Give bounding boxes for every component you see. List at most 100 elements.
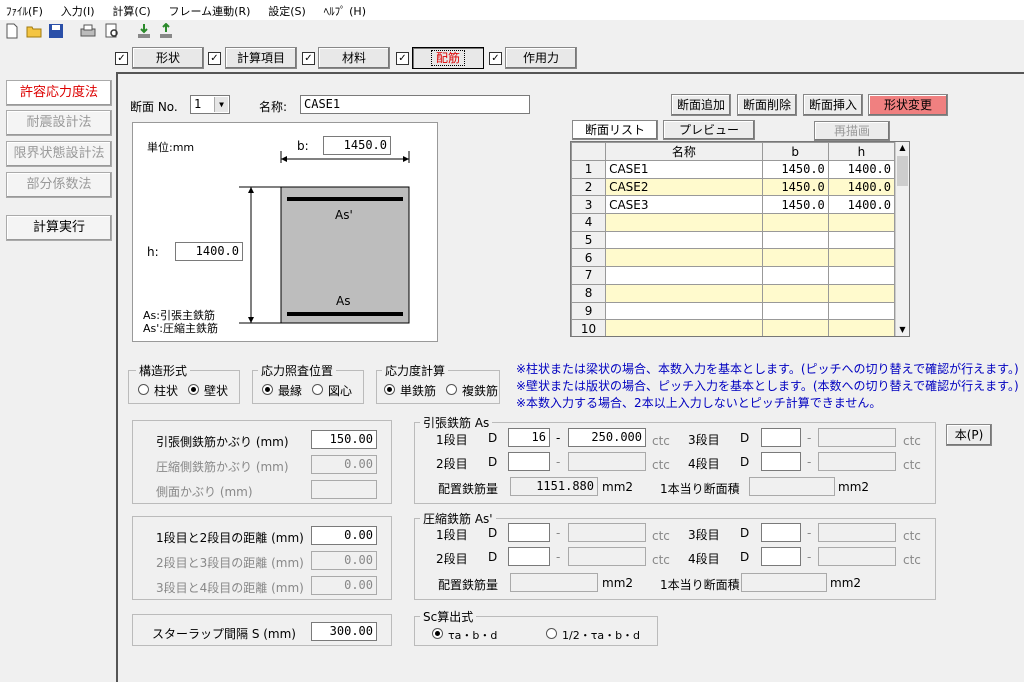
radio-outer-edge[interactable]: [262, 384, 273, 395]
t-row3-diameter-input[interactable]: [761, 428, 801, 447]
c-row4-diameter-input[interactable]: [761, 547, 801, 566]
c-row1-pitch-input[interactable]: [568, 523, 646, 542]
list-scrollbar[interactable]: ▲ ▼: [895, 142, 909, 336]
menu-calc[interactable]: 計算(C): [106, 0, 158, 19]
row-b[interactable]: 1450.0: [761, 195, 829, 215]
c-row2-diameter-input[interactable]: [508, 547, 550, 566]
row-b[interactable]: 1450.0: [761, 177, 829, 197]
table-row[interactable]: 6: [571, 248, 896, 268]
t-row2-diameter-input[interactable]: [508, 452, 550, 471]
radio-sc-half[interactable]: [546, 628, 557, 639]
table-row[interactable]: 10: [571, 319, 896, 336]
side-cover-input[interactable]: [311, 480, 377, 499]
radio-single-rebar[interactable]: [384, 384, 395, 395]
row-h[interactable]: [827, 248, 896, 268]
nav-allowable-stress[interactable]: 許容応力度法: [6, 80, 112, 106]
row-b[interactable]: [761, 301, 829, 321]
nav-seismic-design[interactable]: 耐震設計法: [6, 110, 112, 136]
tab-material[interactable]: 材料: [318, 47, 390, 69]
row-name[interactable]: [605, 319, 763, 336]
tab-calc-items[interactable]: 計算項目: [225, 47, 297, 69]
section-no-select[interactable]: 1 ▼: [190, 95, 230, 114]
row-h[interactable]: [827, 230, 896, 250]
t-row3-pitch-input[interactable]: [818, 428, 896, 447]
row-h[interactable]: [827, 266, 896, 285]
print-preview-icon[interactable]: [104, 23, 120, 39]
c-row3-pitch-input[interactable]: [818, 523, 896, 542]
t-row2-pitch-input[interactable]: [568, 452, 646, 471]
radio-column[interactable]: [138, 384, 149, 395]
tab-calc-items-checkbox[interactable]: ✓: [208, 52, 221, 65]
menu-file[interactable]: ﾌｧｲﾙ(F): [0, 0, 51, 19]
row-b[interactable]: [761, 230, 829, 250]
row-name[interactable]: CASE2: [605, 177, 763, 197]
c-row3-diameter-input[interactable]: [761, 523, 801, 542]
table-row[interactable]: 7: [571, 266, 896, 285]
table-row[interactable]: 1 CASE1 1450.0 1400.0: [571, 160, 896, 179]
menu-help[interactable]: ﾍﾙﾌﾟ (H): [318, 0, 374, 19]
row-name[interactable]: CASE3: [605, 195, 763, 215]
run-calc-button[interactable]: 計算実行: [6, 215, 112, 241]
c-row4-pitch-input[interactable]: [818, 547, 896, 566]
row-b[interactable]: [761, 266, 829, 285]
tab-material-checkbox[interactable]: ✓: [302, 52, 315, 65]
scroll-thumb[interactable]: [897, 156, 908, 186]
tab-section-list[interactable]: 断面リスト: [572, 120, 658, 140]
radio-wall[interactable]: [188, 384, 199, 395]
table-row[interactable]: 3 CASE3 1450.0 1400.0: [571, 195, 896, 215]
dist-23-input[interactable]: 0.00: [311, 551, 377, 570]
tab-preview[interactable]: プレビュー: [663, 120, 755, 140]
stirrup-input[interactable]: 300.00: [311, 622, 377, 641]
t-row4-pitch-input[interactable]: [818, 452, 896, 471]
row-name[interactable]: [605, 213, 763, 232]
scroll-down-icon[interactable]: ▼: [896, 324, 909, 336]
menu-settings[interactable]: 設定(S): [262, 0, 314, 19]
radio-sc-full[interactable]: [432, 628, 443, 639]
row-b[interactable]: 1450.0: [761, 160, 829, 179]
export-icon[interactable]: [158, 23, 174, 39]
row-b[interactable]: [761, 248, 829, 268]
table-row[interactable]: 4: [571, 213, 896, 232]
dist-12-input[interactable]: 0.00: [311, 526, 377, 545]
row-h[interactable]: 1400.0: [827, 160, 896, 179]
nav-partial-factor[interactable]: 部分係数法: [6, 172, 112, 198]
add-section-button[interactable]: 断面追加: [671, 94, 731, 116]
import-icon[interactable]: [136, 23, 152, 39]
tab-force[interactable]: 作用力: [505, 47, 577, 69]
dist-34-input[interactable]: 0.00: [311, 576, 377, 595]
open-folder-icon[interactable]: [26, 23, 42, 39]
pitch-count-toggle-button[interactable]: 本(P): [946, 424, 992, 446]
menu-input[interactable]: 入力(I): [55, 0, 103, 19]
c-row1-diameter-input[interactable]: [508, 523, 550, 542]
redraw-button[interactable]: 再描画: [814, 121, 890, 141]
row-h[interactable]: [827, 283, 896, 303]
row-h[interactable]: [827, 319, 896, 336]
c-row2-pitch-input[interactable]: [568, 547, 646, 566]
tension-cover-input[interactable]: 150.00: [311, 430, 377, 449]
scroll-up-icon[interactable]: ▲: [896, 142, 909, 154]
row-b[interactable]: [761, 319, 829, 336]
row-b[interactable]: [761, 283, 829, 303]
tab-shape-checkbox[interactable]: ✓: [115, 52, 128, 65]
row-h[interactable]: 1400.0: [827, 177, 896, 197]
delete-section-button[interactable]: 断面削除: [737, 94, 797, 116]
tab-rebar[interactable]: 配筋: [412, 47, 484, 69]
row-name[interactable]: [605, 301, 763, 321]
table-row[interactable]: 5: [571, 230, 896, 250]
t-row1-diameter-input[interactable]: 16: [508, 428, 550, 447]
print-icon[interactable]: [80, 23, 96, 39]
row-name[interactable]: CASE1: [605, 160, 763, 179]
comp-cover-input[interactable]: 0.00: [311, 455, 377, 474]
new-file-icon[interactable]: [4, 23, 20, 39]
radio-double-rebar[interactable]: [446, 384, 457, 395]
change-shape-button[interactable]: 形状変更: [868, 94, 948, 116]
save-icon[interactable]: [48, 23, 64, 39]
table-row[interactable]: 8: [571, 283, 896, 303]
insert-section-button[interactable]: 断面挿入: [803, 94, 863, 116]
row-name[interactable]: [605, 266, 763, 285]
nav-limit-state[interactable]: 限界状態設計法: [6, 141, 112, 167]
row-b[interactable]: [761, 213, 829, 232]
table-row[interactable]: 2 CASE2 1450.0 1400.0: [571, 177, 896, 197]
tab-force-checkbox[interactable]: ✓: [489, 52, 502, 65]
row-h[interactable]: [827, 213, 896, 232]
